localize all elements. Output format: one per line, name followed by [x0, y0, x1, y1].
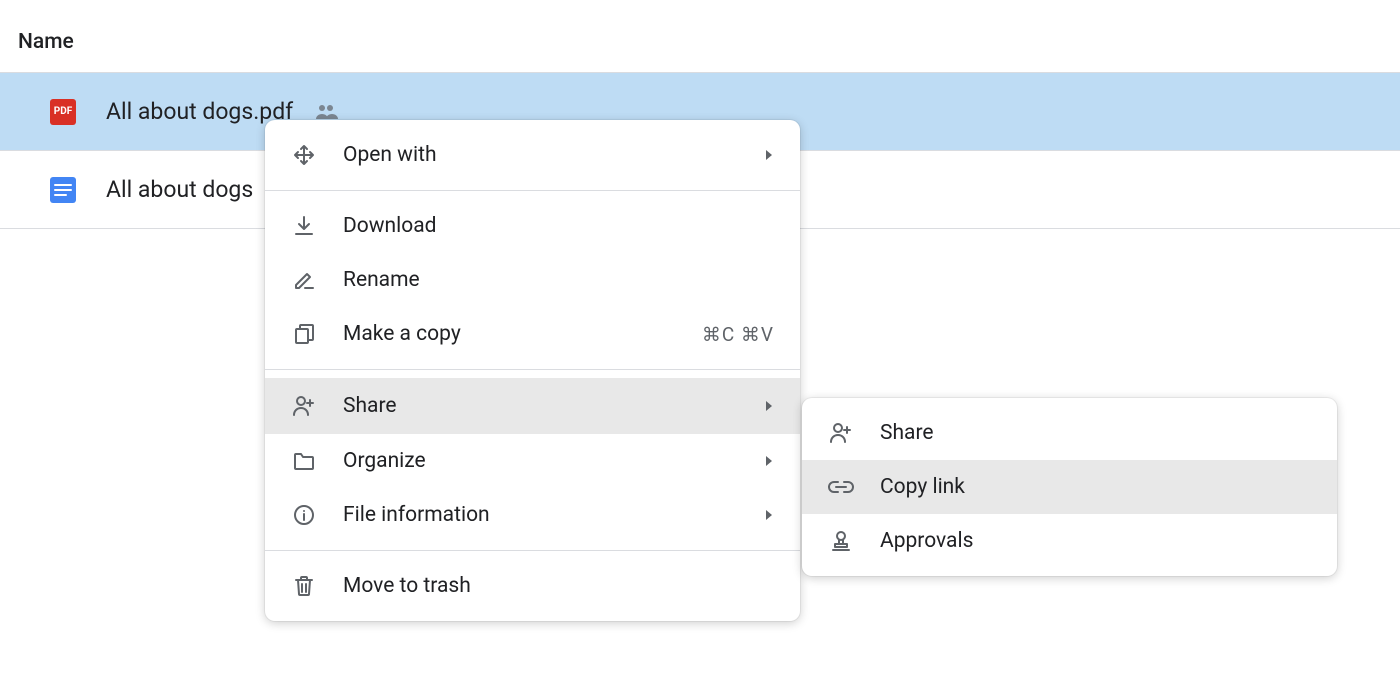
- menu-download[interactable]: Download: [265, 199, 800, 253]
- divider: [265, 190, 800, 191]
- info-icon: [291, 504, 317, 526]
- menu-make-copy[interactable]: Make a copy ⌘C ⌘V: [265, 307, 800, 361]
- folder-icon: [291, 451, 317, 471]
- move-icon: [291, 144, 317, 166]
- menu-label: Download: [343, 214, 774, 238]
- person-add-icon: [828, 422, 854, 444]
- divider: [265, 369, 800, 370]
- menu-file-info[interactable]: File information: [265, 488, 800, 542]
- column-header-name[interactable]: Name: [0, 0, 1400, 72]
- file-name-label: All about dogs.pdf: [106, 98, 293, 125]
- menu-label: Copy link: [880, 475, 1311, 499]
- stamp-icon: [828, 530, 854, 552]
- link-icon: [828, 480, 854, 494]
- doc-icon: [50, 177, 76, 203]
- submenu-share[interactable]: Share: [802, 406, 1337, 460]
- menu-label: File information: [343, 503, 738, 527]
- chevron-right-icon: [764, 454, 774, 468]
- menu-label: Approvals: [880, 529, 1311, 553]
- download-icon: [291, 215, 317, 237]
- menu-move-to-trash[interactable]: Move to trash: [265, 559, 800, 613]
- divider: [265, 550, 800, 551]
- menu-open-with[interactable]: Open with: [265, 128, 800, 182]
- pdf-icon: PDF: [50, 99, 76, 125]
- person-add-icon: [291, 395, 317, 417]
- context-menu: Open with Download Rename Make a copy ⌘C…: [265, 120, 800, 621]
- menu-label: Organize: [343, 449, 738, 473]
- menu-share[interactable]: Share: [265, 379, 800, 433]
- menu-label: Open with: [343, 143, 738, 167]
- chevron-right-icon: [764, 148, 774, 162]
- file-name-label: All about dogs: [106, 176, 253, 203]
- shared-icon: [315, 104, 339, 120]
- shortcut-label: ⌘C ⌘V: [702, 323, 774, 346]
- share-submenu: Share Copy link Approvals: [802, 398, 1337, 576]
- menu-rename[interactable]: Rename: [265, 253, 800, 307]
- menu-label: Share: [880, 421, 1311, 445]
- submenu-copy-link[interactable]: Copy link: [802, 460, 1337, 514]
- menu-label: Make a copy: [343, 322, 676, 346]
- copy-icon: [291, 323, 317, 345]
- pencil-icon: [291, 269, 317, 291]
- chevron-right-icon: [764, 399, 774, 413]
- menu-label: Move to trash: [343, 574, 774, 598]
- chevron-right-icon: [764, 508, 774, 522]
- menu-organize[interactable]: Organize: [265, 434, 800, 488]
- menu-label: Rename: [343, 268, 774, 292]
- submenu-approvals[interactable]: Approvals: [802, 514, 1337, 568]
- trash-icon: [291, 575, 317, 597]
- menu-label: Share: [343, 394, 738, 418]
